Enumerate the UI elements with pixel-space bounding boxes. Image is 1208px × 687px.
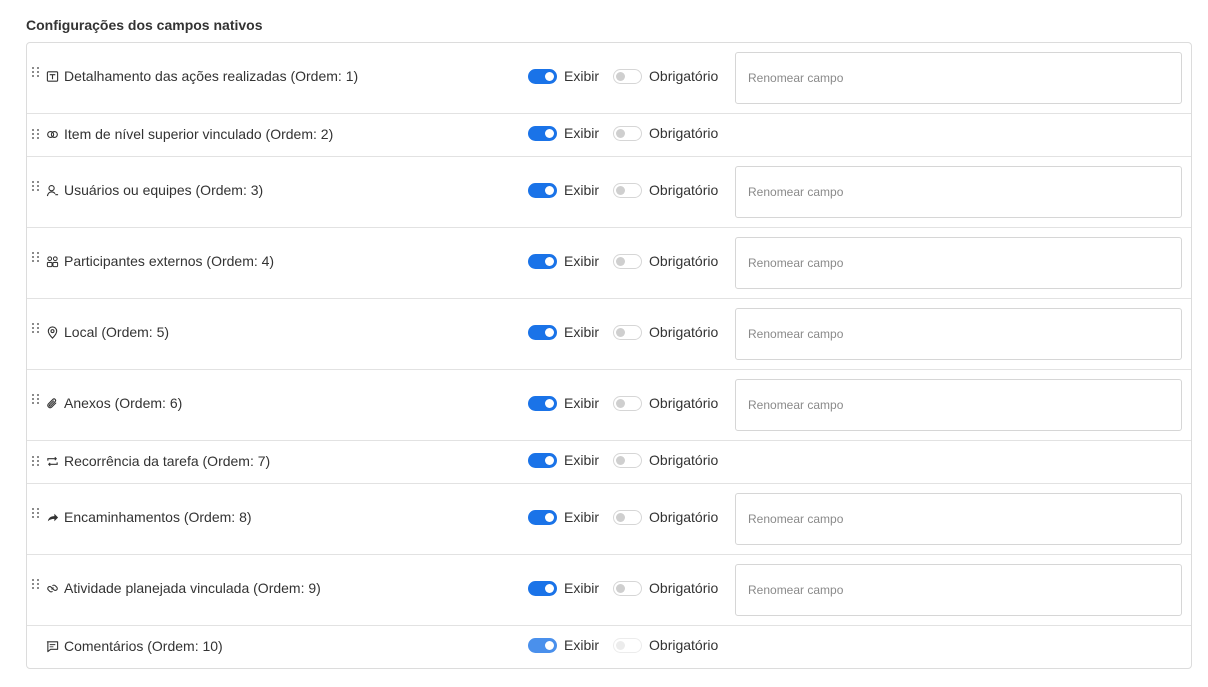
required-toggle[interactable] [613,395,643,411]
required-toggle [613,637,643,653]
field-row: Usuários ou equipes (Ordem: 3) Exibir Ob… [27,157,1191,228]
show-label: Exibir [564,580,600,596]
required-label: Obrigatório [649,637,719,653]
show-toggle[interactable] [528,253,557,269]
required-toggle[interactable] [613,253,643,269]
required-label: Obrigatório [649,125,719,141]
show-toggle[interactable] [528,580,557,596]
field-label-group: Recorrência da tarefa (Ordem: 7) [45,453,270,469]
required-toggle[interactable] [613,125,643,141]
show-label: Exibir [564,125,600,141]
field-row: Recorrência da tarefa (Ordem: 7) Exibir … [27,441,1191,484]
show-label: Exibir [564,324,600,340]
field-row: Local (Ordem: 5) Exibir Obrigatório [27,299,1191,370]
field-label: Atividade planejada vinculada (Ordem: 9) [64,580,321,596]
rename-field-input[interactable] [735,237,1182,289]
section-title: Configurações dos campos nativos [26,17,263,33]
required-label: Obrigatório [649,395,719,411]
drag-handle-icon[interactable] [32,129,40,141]
show-toggle[interactable] [528,182,557,198]
field-label: Item de nível superior vinculado (Ordem:… [64,126,334,142]
field-label: Usuários ou equipes (Ordem: 3) [64,182,264,198]
field-row: Encaminhamentos (Ordem: 8) Exibir Obriga… [27,484,1191,555]
field-label: Recorrência da tarefa (Ordem: 7) [64,453,271,469]
repeat-icon [45,454,59,468]
field-label-group: Detalhamento das ações realizadas (Ordem… [45,68,358,84]
field-row: Comentários (Ordem: 10) Exibir Obrigatór… [27,626,1191,668]
field-label: Local (Ordem: 5) [64,324,170,340]
show-toggle[interactable] [528,637,557,653]
required-toggle[interactable] [613,68,643,84]
required-label: Obrigatório [649,68,719,84]
user-icon [45,183,59,197]
rename-field-input[interactable] [735,308,1182,360]
rename-field-input[interactable] [735,564,1182,616]
field-row: Item de nível superior vinculado (Ordem:… [27,114,1191,157]
required-toggle[interactable] [613,182,643,198]
drag-handle-icon[interactable] [32,456,40,468]
show-label: Exibir [564,637,600,653]
required-label: Obrigatório [649,253,719,269]
field-label-group: Participantes externos (Ordem: 4) [45,253,274,269]
forward-arrow-icon [45,510,59,524]
field-label-group: Local (Ordem: 5) [45,324,169,340]
required-label: Obrigatório [649,580,719,596]
field-label-group: Encaminhamentos (Ordem: 8) [45,509,252,525]
text-box-icon [45,69,59,83]
location-pin-icon [45,325,59,339]
required-label: Obrigatório [649,509,719,525]
show-toggle[interactable] [528,509,557,525]
paperclip-icon [45,396,59,410]
link-chain-icon [45,127,59,141]
required-toggle[interactable] [613,324,643,340]
rename-field-input[interactable] [735,166,1182,218]
field-label-group: Usuários ou equipes (Ordem: 3) [45,182,263,198]
link-icon [45,581,59,595]
drag-handle-icon[interactable] [32,67,40,79]
field-label: Participantes externos (Ordem: 4) [64,253,275,269]
required-toggle[interactable] [613,509,643,525]
show-label: Exibir [564,395,600,411]
show-label: Exibir [564,509,600,525]
field-row: Anexos (Ordem: 6) Exibir Obrigatório [27,370,1191,441]
rename-field-input[interactable] [735,52,1182,104]
show-toggle[interactable] [528,125,557,141]
field-row: Participantes externos (Ordem: 4) Exibir… [27,228,1191,299]
drag-handle-icon[interactable] [32,394,40,406]
field-label-group: Item de nível superior vinculado (Ordem:… [45,126,333,142]
comment-icon [45,639,59,653]
field-label: Anexos (Ordem: 6) [64,395,183,411]
required-toggle[interactable] [613,452,643,468]
drag-handle-icon[interactable] [32,323,40,335]
drag-handle-icon[interactable] [32,508,40,520]
native-fields-panel: Detalhamento das ações realizadas (Ordem… [26,42,1192,669]
field-label: Comentários (Ordem: 10) [64,638,223,654]
required-label: Obrigatório [649,452,719,468]
show-label: Exibir [564,452,600,468]
field-label-group: Anexos (Ordem: 6) [45,395,182,411]
field-row: Atividade planejada vinculada (Ordem: 9)… [27,555,1191,626]
show-toggle[interactable] [528,324,557,340]
required-label: Obrigatório [649,182,719,198]
show-toggle[interactable] [528,68,557,84]
show-toggle[interactable] [528,395,557,411]
required-toggle[interactable] [613,580,643,596]
show-label: Exibir [564,253,600,269]
field-label: Detalhamento das ações realizadas (Ordem… [64,68,359,84]
rename-field-input[interactable] [735,493,1182,545]
rename-field-input[interactable] [735,379,1182,431]
required-label: Obrigatório [649,324,719,340]
drag-handle-icon[interactable] [32,181,40,193]
drag-handle-icon[interactable] [32,579,40,591]
group-icon [45,254,59,268]
field-label-group: Comentários (Ordem: 10) [45,638,223,654]
show-label: Exibir [564,68,600,84]
show-label: Exibir [564,182,600,198]
field-label-group: Atividade planejada vinculada (Ordem: 9) [45,580,321,596]
drag-handle-icon[interactable] [32,252,40,264]
show-toggle[interactable] [528,452,557,468]
field-label: Encaminhamentos (Ordem: 8) [64,509,252,525]
field-row: Detalhamento das ações realizadas (Ordem… [27,43,1191,114]
